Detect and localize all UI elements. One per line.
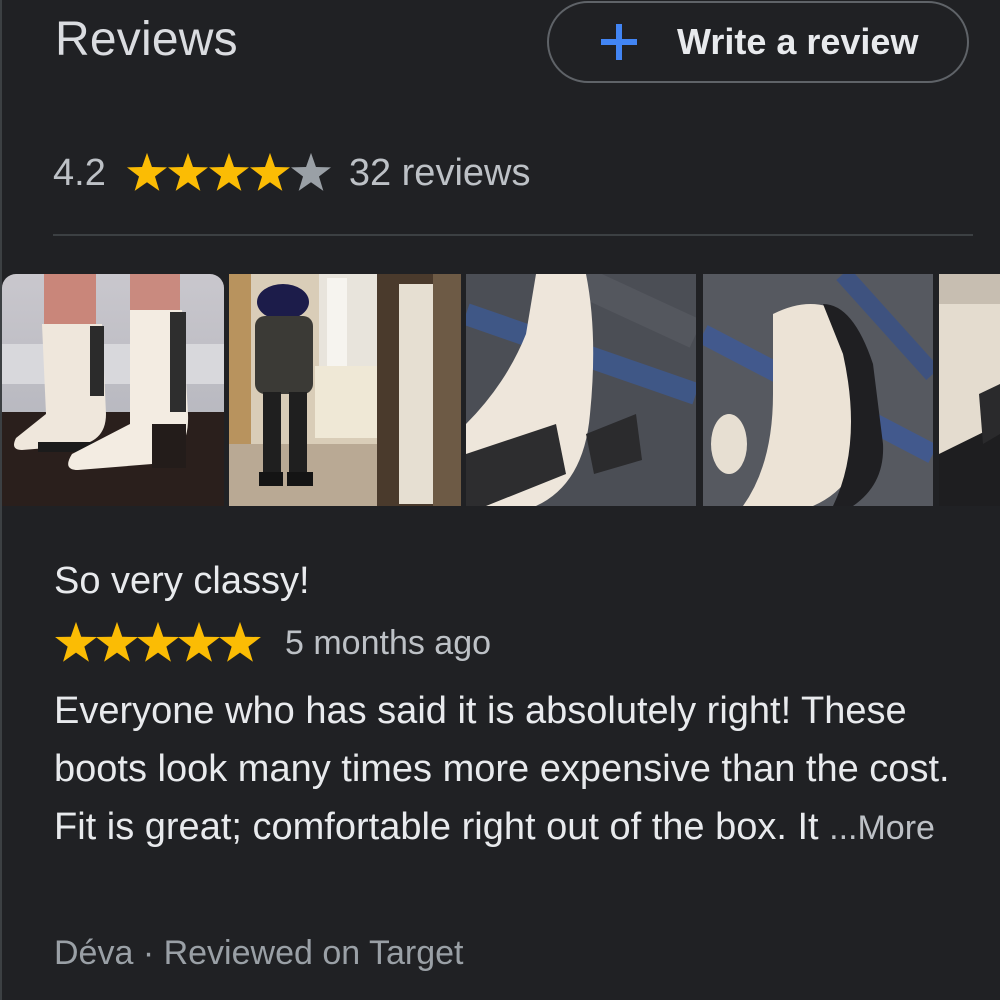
photo-strip[interactable]: [0, 274, 1000, 506]
reviews-heading: Reviews: [55, 13, 238, 66]
reviews-panel: Reviews Write a review 4.2 32 reviews So…: [0, 0, 1000, 1000]
review-count[interactable]: 32 reviews: [349, 152, 531, 195]
review-time: 5 months ago: [285, 623, 492, 662]
more-link[interactable]: ...More: [829, 809, 935, 847]
average-rating-stars: [126, 152, 331, 194]
average-rating: 4.2: [53, 151, 106, 194]
plus-icon: [599, 22, 639, 62]
star-icon: [249, 152, 290, 191]
star-icon: [290, 152, 331, 191]
review-source: Reviewed on Target: [163, 934, 464, 972]
footer-separator: ·: [133, 934, 164, 972]
star-icon: [137, 621, 179, 662]
star-icon: [96, 621, 138, 662]
review-meta: 5 months ago: [54, 620, 491, 666]
review-body: Everyone who has said it is absolutely r…: [54, 682, 994, 857]
star-icon: [55, 621, 97, 662]
review-author: Déva: [54, 934, 134, 972]
star-icon: [219, 621, 261, 662]
review-photo-boot-closeup-2[interactable]: [703, 274, 933, 506]
write-review-label: Write a review: [677, 21, 919, 62]
star-icon: [208, 152, 249, 191]
star-icon: [167, 152, 208, 191]
star-icon: [178, 621, 220, 662]
review-footer: Déva · Reviewed on Target: [54, 934, 463, 973]
divider: [53, 234, 973, 236]
review-text: Everyone who has said it is absolutely r…: [54, 690, 950, 848]
review-photo-mirror-selfie[interactable]: [229, 274, 461, 506]
rating-summary: 4.2 32 reviews: [53, 148, 530, 198]
review-photo-boots-standing[interactable]: [2, 274, 224, 506]
write-review-button[interactable]: Write a review: [547, 1, 969, 83]
review-photo-boot-closeup-1[interactable]: [466, 274, 696, 506]
review-title: So very classy!: [54, 560, 310, 602]
review-rating-stars: [54, 621, 261, 665]
star-icon: [126, 152, 167, 191]
review-photo-boot-partial[interactable]: [939, 274, 1000, 506]
